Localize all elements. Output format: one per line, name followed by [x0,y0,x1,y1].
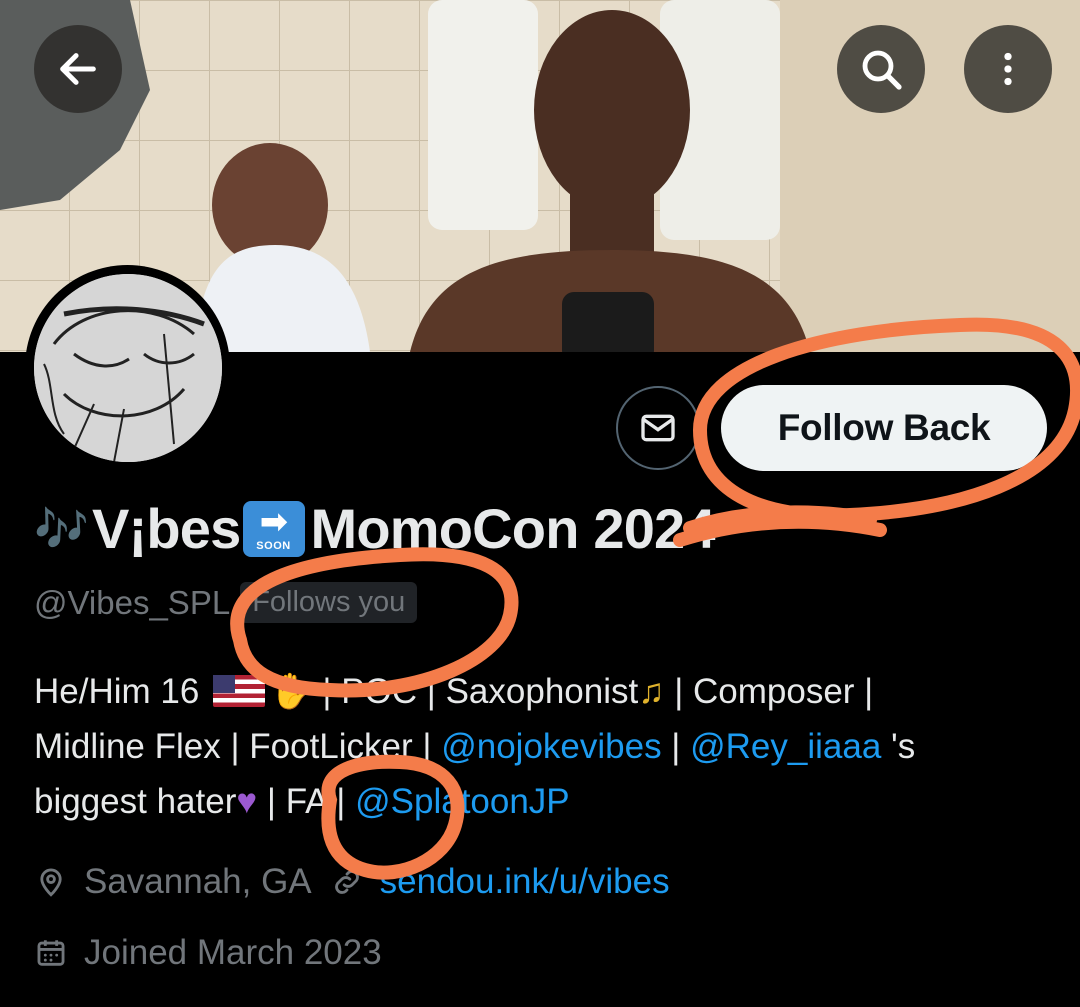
arrow-left-icon [60,53,96,85]
soon-label: SOON [256,540,291,552]
bio-line-3: biggest hater♥ | FA | @SplatoonJP [34,782,570,821]
website-link[interactable]: sendou.ink/u/vibes [380,862,670,902]
mention-link[interactable]: @SplatoonJP [355,782,570,821]
us-flag-icon [213,675,266,707]
mail-icon [641,414,675,442]
link-icon [334,870,359,894]
follows-you-badge: Follows you [240,582,418,623]
more-options-button[interactable] [964,25,1052,113]
back-button[interactable] [34,25,122,113]
search-icon [862,50,902,90]
music-notes-emoji: 🎶 [34,504,89,554]
mention-link[interactable]: @Rey_iiaaa [690,727,881,766]
purple-heart-icon: ♥ [236,782,258,821]
display-name: 🎶 V¡bes ➡ SOON MomoCon 2024 [34,496,716,561]
soon-arrow-icon: ➡ SOON [242,500,305,557]
location-pin-icon [40,868,62,897]
user-handle: @Vibes_SPL [34,583,231,621]
saxophone-icon: ♫ [638,672,665,711]
avatar-image [33,273,222,462]
follow-back-button[interactable]: Follow Back [721,385,1047,471]
search-button[interactable] [837,25,925,113]
joined-text: Joined March 2023 [84,933,382,972]
location-text: Savannah, GA [84,862,312,901]
handle-row: @Vibes_SPL Follows you [34,582,418,623]
display-name-event: MomoCon 2024 [310,497,716,560]
calendar-icon [37,940,65,966]
joined-row: Joined March 2023 [34,933,382,973]
hand-emoji: ✋ [269,672,313,711]
mention-link[interactable]: @nojokevibes [441,727,661,766]
profile-avatar[interactable] [25,265,230,470]
profile-bio: He/Him 16 ✋ | POC | Saxophonist♫ | Compo… [34,664,1064,829]
message-button[interactable] [616,386,700,470]
bio-line-1: He/Him 16 ✋ | POC | Saxophonist♫ | Compo… [34,672,874,711]
bio-line-2: Midline Flex | FootLicker | @nojokevibes… [34,727,916,766]
location-row: Savannah, GA sendou.ink/u/vibes [34,862,670,902]
more-vertical-icon [1004,52,1012,86]
display-name-main: V¡bes [92,497,241,560]
